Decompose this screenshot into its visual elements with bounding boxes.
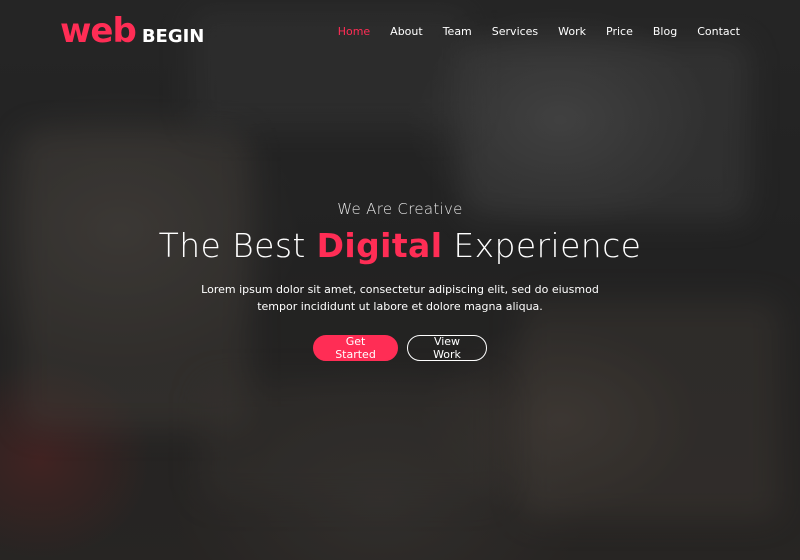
- hero-actions: Get Started View Work: [0, 335, 800, 361]
- logo-secondary-text: BEGIN: [141, 26, 205, 47]
- hero-kicker: We Are Creative: [337, 200, 463, 218]
- headline-start: The Best: [158, 226, 306, 265]
- nav-item-contact[interactable]: Contact: [697, 25, 740, 38]
- hero-content: We Are Creative The Best Digital Experie…: [0, 200, 800, 361]
- headline-end: Experience: [453, 226, 642, 265]
- top-navbar: web BEGIN Home About Team Services Work …: [0, 0, 800, 62]
- nav-item-services[interactable]: Services: [492, 25, 538, 38]
- nav-item-home[interactable]: Home: [338, 25, 370, 38]
- main-nav: Home About Team Services Work Price Blog…: [318, 25, 740, 38]
- site-logo[interactable]: web BEGIN: [60, 11, 204, 51]
- nav-item-price[interactable]: Price: [606, 25, 633, 38]
- headline-highlight: Digital: [316, 226, 443, 265]
- hero-headline: The Best Digital Experience: [0, 226, 800, 265]
- hero-description: Lorem ipsum dolor sit amet, consectetur …: [201, 283, 599, 313]
- nav-item-about[interactable]: About: [390, 25, 423, 38]
- get-started-button[interactable]: Get Started: [313, 335, 398, 361]
- view-work-button[interactable]: View Work: [407, 335, 487, 361]
- nav-item-team[interactable]: Team: [443, 25, 472, 38]
- nav-item-blog[interactable]: Blog: [653, 25, 677, 38]
- hero-section: web BEGIN Home About Team Services Work …: [0, 0, 800, 560]
- logo-primary-text: web: [60, 11, 137, 51]
- nav-item-work[interactable]: Work: [558, 25, 586, 38]
